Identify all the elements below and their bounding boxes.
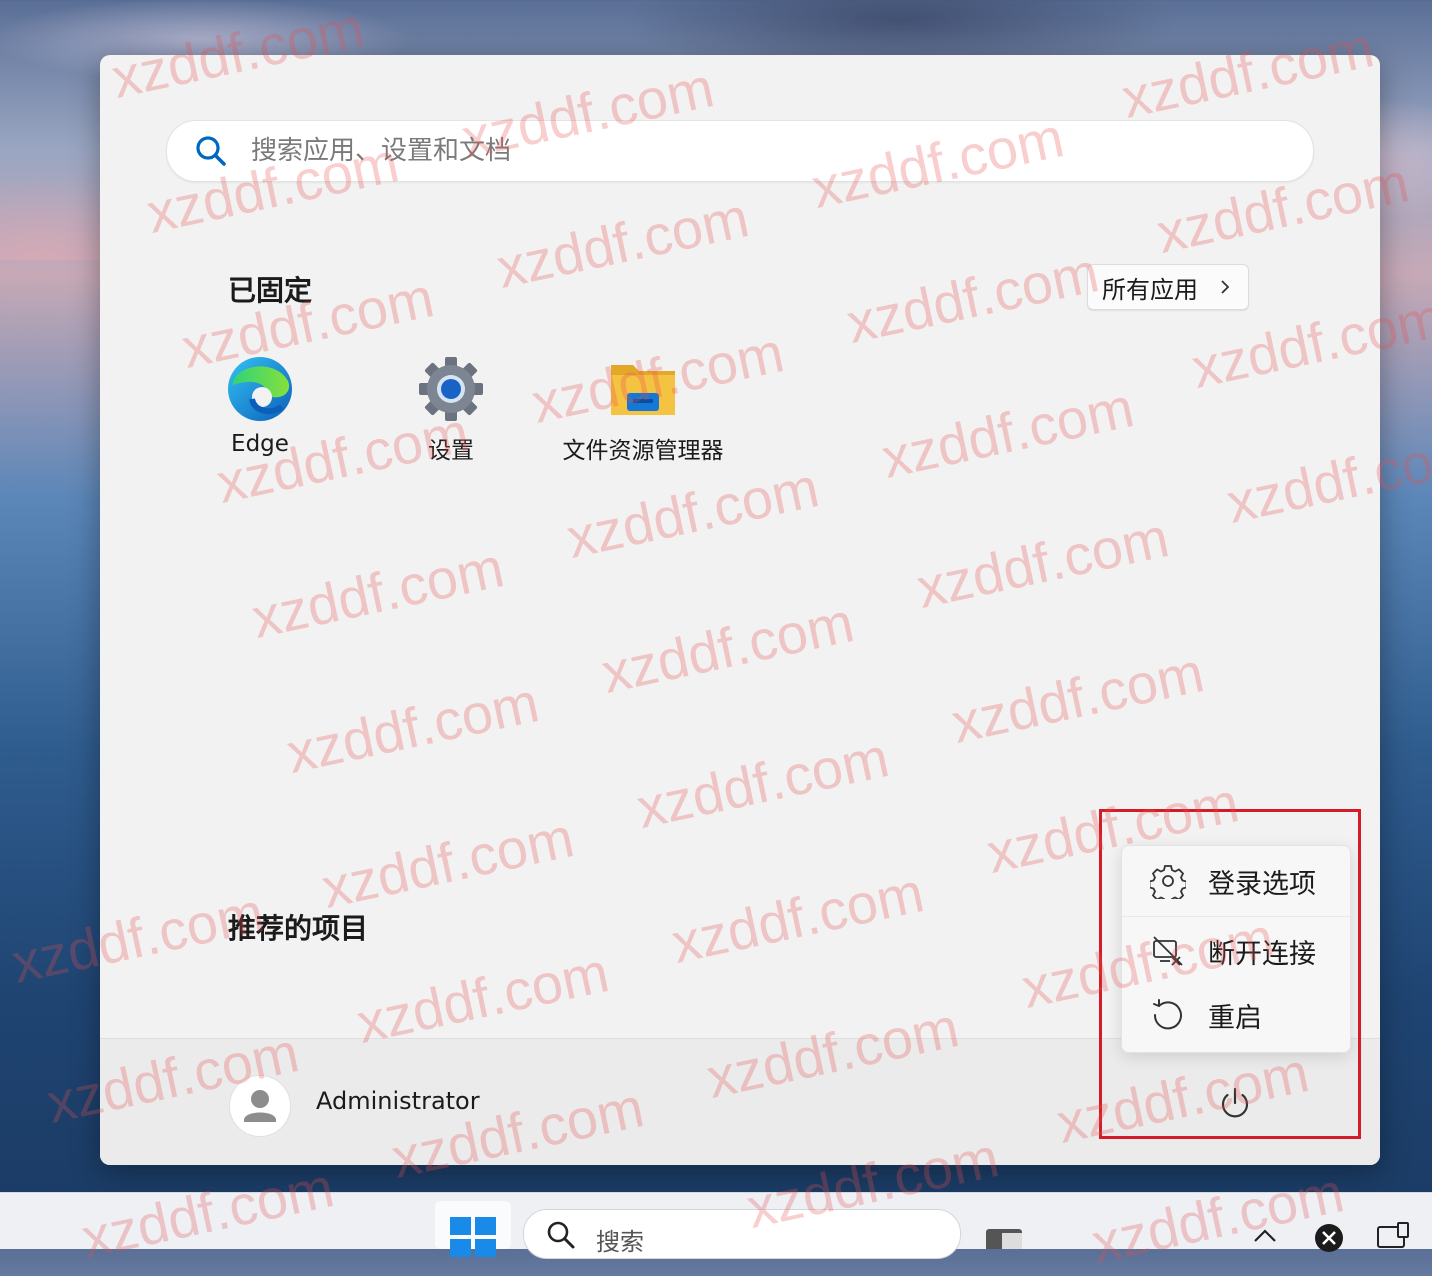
folder-icon	[611, 365, 675, 415]
search-icon	[547, 1221, 575, 1249]
taskbar: 搜索	[0, 1192, 1432, 1259]
recommended-section-title: 推荐的项目	[228, 912, 369, 945]
gear-icon	[419, 357, 483, 421]
close-circle-icon[interactable]	[1314, 1223, 1344, 1253]
all-apps-label: 所有应用	[1102, 275, 1198, 304]
pinned-app-edge[interactable]: Edge	[160, 355, 360, 457]
user-avatar[interactable]	[229, 1075, 291, 1137]
pinned-app-label: Edge	[231, 431, 289, 457]
all-apps-button[interactable]: 所有应用	[1087, 264, 1249, 310]
start-search-box[interactable]: 搜索应用、设置和文档	[166, 120, 1314, 182]
edge-icon	[228, 357, 292, 421]
taskbar-search-box[interactable]: 搜索	[523, 1209, 961, 1259]
pinned-section-title: 已固定	[228, 274, 313, 307]
taskbar-search-label: 搜索	[596, 1228, 644, 1256]
annotation-highlight-box	[1099, 809, 1361, 1139]
pinned-app-file-explorer[interactable]: 文件资源管理器	[543, 355, 743, 465]
network-icon[interactable]	[1376, 1221, 1416, 1249]
user-name[interactable]: Administrator	[316, 1087, 480, 1115]
pinned-app-settings[interactable]: 设置	[351, 355, 551, 465]
search-placeholder: 搜索应用、设置和文档	[251, 136, 512, 166]
pinned-app-label: 设置	[428, 438, 474, 464]
pinned-app-label: 文件资源管理器	[562, 438, 724, 464]
taskbar-app-icon[interactable]	[986, 1229, 1022, 1249]
chevron-up-icon[interactable]	[1252, 1223, 1278, 1249]
taskbar-start-button[interactable]	[435, 1201, 511, 1257]
search-icon	[196, 136, 226, 166]
windows-logo-icon	[450, 1217, 496, 1257]
chevron-right-icon	[1221, 280, 1230, 294]
avatar-icon	[244, 1090, 276, 1122]
